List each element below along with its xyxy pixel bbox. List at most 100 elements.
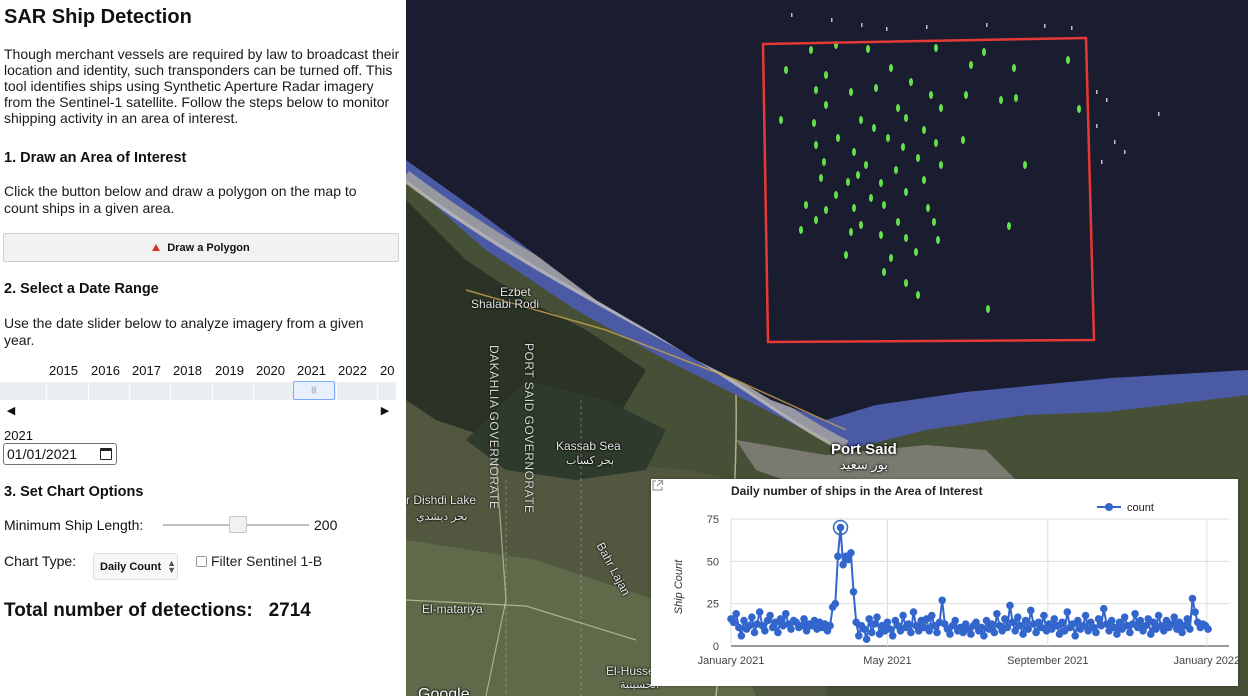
data-point[interactable]	[782, 610, 790, 618]
data-point[interactable]	[938, 596, 946, 605]
data-point[interactable]	[1204, 625, 1212, 633]
data-point[interactable]	[750, 628, 759, 637]
calendar-icon[interactable]	[100, 448, 112, 460]
data-point[interactable]	[849, 588, 858, 596]
data-point[interactable]	[1006, 601, 1014, 610]
year-slider-track[interactable]	[0, 382, 396, 400]
data-point[interactable]	[737, 632, 746, 640]
google-logo: Google	[418, 686, 470, 696]
data-point[interactable]	[766, 611, 774, 620]
data-point[interactable]	[870, 620, 879, 628]
port-said-name: Port Said	[831, 441, 897, 458]
data-point[interactable]	[1014, 613, 1022, 621]
start-date-input[interactable]: 01/01/2021	[3, 443, 117, 465]
data-point[interactable]	[904, 620, 913, 628]
data-point[interactable]	[748, 613, 756, 621]
data-point[interactable]	[1186, 625, 1194, 633]
year-label: 20	[380, 363, 395, 378]
data-point[interactable]	[888, 632, 897, 640]
data-point[interactable]	[787, 625, 795, 633]
data-point[interactable]	[1149, 618, 1158, 627]
year-slider-thumb[interactable]: |||	[293, 381, 335, 400]
data-point[interactable]	[1141, 621, 1150, 630]
data-point[interactable]	[755, 608, 764, 616]
data-point[interactable]	[967, 630, 975, 638]
chart-type-select[interactable]: Daily Count ▲ ▼	[93, 553, 178, 580]
data-point[interactable]	[977, 623, 986, 632]
data-point[interactable]	[883, 618, 892, 627]
data-point[interactable]	[1092, 628, 1100, 637]
data-point[interactable]	[1107, 616, 1116, 625]
ship-count-chart[interactable]: Daily number of ships in the Area of Int…	[651, 479, 1238, 686]
data-point[interactable]	[1050, 615, 1059, 623]
data-point[interactable]	[1120, 613, 1129, 621]
data-point[interactable]	[1178, 628, 1186, 637]
year-label: 2017	[132, 363, 161, 378]
chart-legend[interactable]: count	[1097, 502, 1154, 514]
data-point[interactable]	[761, 627, 769, 635]
data-point[interactable]	[1081, 611, 1090, 620]
data-point[interactable]	[886, 625, 894, 633]
data-point[interactable]	[1040, 611, 1048, 620]
data-point[interactable]	[1126, 628, 1134, 637]
data-point[interactable]	[907, 628, 915, 637]
data-point[interactable]	[1071, 632, 1079, 640]
data-point[interactable]	[834, 552, 842, 561]
data-point[interactable]	[847, 549, 855, 557]
map-label-kassab-ar: بحر كساب	[566, 455, 615, 467]
data-point[interactable]	[951, 616, 959, 625]
popout-icon[interactable]	[651, 479, 664, 492]
data-point[interactable]	[1131, 610, 1139, 618]
map-label-el-matariya: El-matariya	[422, 602, 483, 616]
data-point[interactable]	[899, 611, 907, 620]
min-length-slider-thumb[interactable]	[229, 516, 247, 533]
data-point[interactable]	[855, 632, 863, 640]
data-point[interactable]	[1191, 608, 1199, 616]
step3-heading: 3. Set Chart Options	[4, 484, 144, 500]
year-labels: 2015 2016 2017 2018 2019 2020 2021 2022 …	[0, 362, 396, 380]
data-point[interactable]	[1094, 615, 1103, 623]
data-point[interactable]	[844, 555, 853, 564]
data-point[interactable]	[933, 628, 941, 637]
data-point[interactable]	[860, 625, 868, 633]
data-point[interactable]	[732, 610, 740, 618]
data-point[interactable]	[836, 523, 845, 532]
data-point[interactable]	[1021, 616, 1030, 625]
filter-sentinel-checkbox[interactable]	[196, 556, 207, 567]
year-label: 2015	[49, 363, 78, 378]
data-point[interactable]	[735, 623, 743, 632]
data-point[interactable]	[873, 613, 881, 621]
x-tick-label: May 2021	[863, 655, 911, 667]
legend-label: count	[1127, 502, 1154, 514]
data-point[interactable]	[993, 610, 1001, 618]
year-label: 2020	[256, 363, 285, 378]
data-point[interactable]	[1058, 618, 1066, 627]
data-point[interactable]	[774, 628, 782, 637]
data-point[interactable]	[1100, 604, 1108, 613]
data-point[interactable]	[1001, 615, 1009, 623]
data-point[interactable]	[1183, 615, 1192, 623]
data-point[interactable]	[990, 628, 999, 637]
data-point[interactable]	[980, 632, 988, 640]
intro-text: Though merchant vessels are required by …	[4, 46, 400, 126]
data-point[interactable]	[928, 611, 936, 620]
data-point[interactable]	[868, 628, 876, 637]
year-next-arrow-icon[interactable]: ▶	[378, 404, 392, 418]
data-point[interactable]	[826, 621, 834, 630]
min-length-label: Minimum Ship Length:	[4, 517, 144, 533]
data-point[interactable]	[1154, 611, 1163, 620]
data-point[interactable]	[1188, 594, 1197, 603]
year-prev-arrow-icon[interactable]: ◀	[4, 404, 18, 418]
data-point[interactable]	[946, 630, 954, 638]
data-point[interactable]	[987, 620, 996, 628]
year-label: 2019	[215, 363, 244, 378]
map-label-dishdi-ar: بحر ديشدي	[416, 511, 468, 523]
draw-polygon-button[interactable]: Draw a Polygon	[3, 233, 399, 262]
data-point[interactable]	[909, 608, 918, 616]
data-point[interactable]	[831, 599, 840, 608]
data-point[interactable]	[1027, 606, 1035, 615]
data-point[interactable]	[1063, 608, 1072, 616]
data-point[interactable]	[862, 635, 871, 643]
data-point[interactable]	[745, 621, 754, 630]
year-slider[interactable]: 2015 2016 2017 2018 2019 2020 2021 2022 …	[0, 362, 396, 402]
